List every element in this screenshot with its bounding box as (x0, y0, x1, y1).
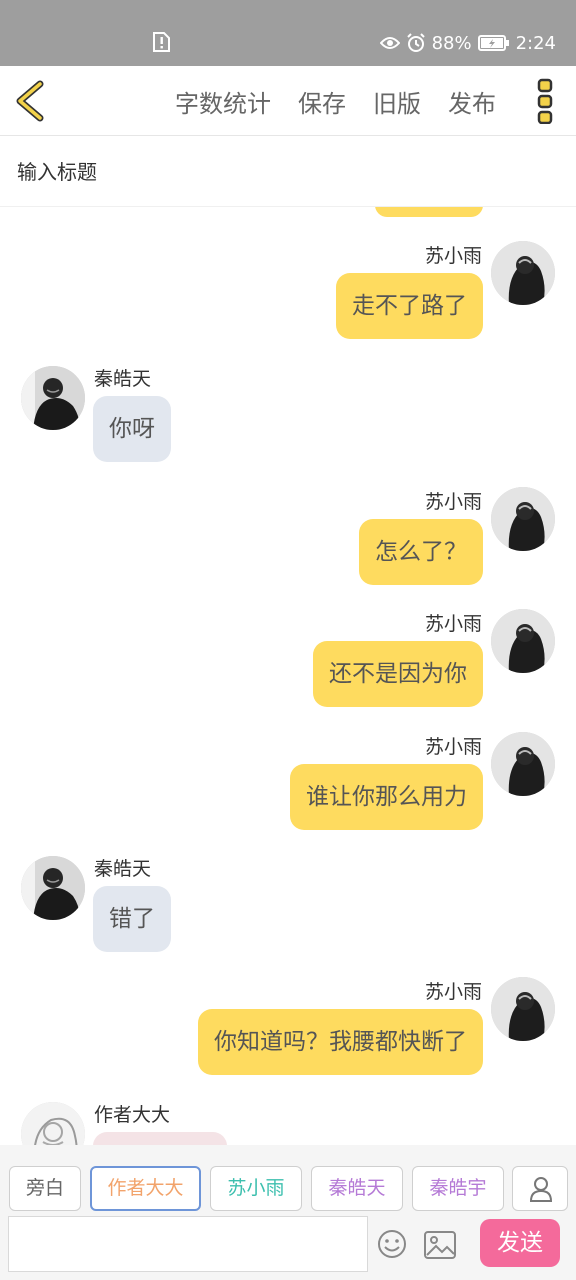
battery-charging-icon (477, 35, 509, 51)
sender-name: 秦皓天 (94, 858, 152, 880)
old-version-button[interactable]: 旧版 (373, 84, 421, 119)
battery-percent: 88% (431, 32, 472, 54)
role-chip-qin-haotian[interactable]: 秦皓天 (311, 1166, 403, 1211)
alert-file-icon (153, 32, 170, 52)
title-input[interactable] (17, 155, 557, 189)
avatar[interactable] (491, 241, 555, 305)
avatar[interactable] (21, 1102, 85, 1145)
toolbar-actions: 字数统计 保存 旧版 发布 (175, 66, 496, 136)
message-bubble[interactable]: 你知道吗？我腰都快断了 (198, 1009, 483, 1075)
editor-toolbar: 字数统计 保存 旧版 发布 (0, 66, 576, 136)
message-bubble[interactable] (93, 1132, 227, 1145)
role-chip-narrator[interactable]: 旁白 (9, 1166, 81, 1211)
avatar[interactable] (491, 977, 555, 1041)
save-button[interactable]: 保存 (298, 84, 346, 119)
sender-name: 作者大大 (94, 1104, 171, 1126)
avatar[interactable] (491, 609, 555, 673)
message-bubble[interactable]: 谁让你那么用力 (290, 764, 483, 830)
chat-area[interactable]: 苏小雨 走不了路了 秦皓天 你呀 苏小雨 怎么了？ 苏小雨 还不是因为你 苏小雨 (0, 207, 576, 1145)
word-count-button[interactable]: 字数统计 (175, 84, 271, 119)
message-bubble[interactable]: 还不是因为你 (313, 641, 483, 707)
clock-time: 2:24 (515, 32, 556, 54)
add-role-button[interactable] (512, 1166, 568, 1211)
sender-name: 苏小雨 (424, 245, 482, 267)
role-selector-bar: 旁白 作者大大 苏小雨 秦皓天 秦皓宇 (0, 1145, 576, 1215)
avatar[interactable] (491, 732, 555, 796)
sender-name: 苏小雨 (424, 981, 482, 1003)
status-bar: 88% 2:24 (0, 0, 576, 66)
role-chip-author[interactable]: 作者大大 (90, 1166, 201, 1211)
avatar[interactable] (21, 366, 85, 430)
sender-name: 秦皓天 (94, 368, 152, 390)
message-bubble[interactable]: 走不了路了 (336, 273, 483, 339)
role-chip-su-xiaoyu[interactable]: 苏小雨 (210, 1166, 302, 1211)
sender-name: 苏小雨 (424, 736, 482, 758)
sender-name: 苏小雨 (424, 491, 482, 513)
send-button[interactable]: 发送 (480, 1219, 560, 1267)
message-bubble[interactable]: 怎么了？ (359, 519, 483, 585)
avatar[interactable] (491, 487, 555, 551)
eye-icon (379, 37, 400, 49)
message-input[interactable] (8, 1216, 368, 1272)
title-row (0, 137, 576, 207)
publish-button[interactable]: 发布 (448, 84, 496, 119)
message-input-bar: 发送 (0, 1215, 576, 1280)
person-icon (529, 1177, 553, 1202)
avatar[interactable] (21, 856, 85, 920)
message-bubble[interactable]: 你呀 (93, 396, 171, 462)
smiley-icon[interactable] (377, 1229, 407, 1259)
sender-name: 苏小雨 (424, 613, 482, 635)
partial-message-bubble (375, 207, 483, 217)
image-icon[interactable] (424, 1231, 456, 1259)
alarm-icon (406, 33, 425, 52)
status-right-group: 88% 2:24 (379, 30, 556, 56)
message-bubble[interactable]: 错了 (93, 886, 171, 952)
chevron-left-icon[interactable] (10, 78, 54, 124)
vertical-dots-icon[interactable] (534, 78, 558, 124)
role-chip-qin-haoyu[interactable]: 秦皓宇 (412, 1166, 504, 1211)
